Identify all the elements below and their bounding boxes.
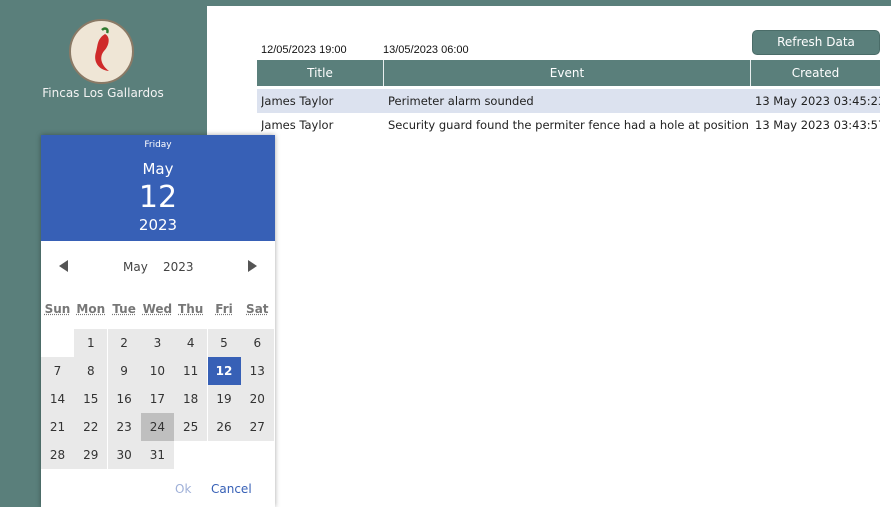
top-bar	[207, 0, 891, 6]
calendar-day[interactable]: 16	[107, 385, 141, 413]
next-month-icon[interactable]	[248, 260, 257, 272]
calendar-day[interactable]: 12	[207, 357, 241, 385]
weekday-header: Sun	[44, 302, 71, 316]
calendar-day[interactable]: 9	[107, 357, 141, 385]
calendar-day[interactable]: 21	[41, 413, 74, 441]
calendar-day[interactable]: 23	[107, 413, 141, 441]
chili-logo-icon	[69, 19, 134, 84]
calendar-day[interactable]: 15	[74, 385, 108, 413]
calendar-day[interactable]: 3	[140, 329, 174, 357]
date-picker: Friday May 12 2023 May 2023 Sun Mon Tue Wed…	[41, 135, 275, 507]
weekday-header: Wed	[142, 302, 173, 316]
column-header-created[interactable]: Created	[751, 60, 880, 86]
calendar-day[interactable]: 29	[74, 441, 108, 469]
table-row[interactable]: James Taylor Perimeter alarm sounded 13 …	[257, 89, 880, 113]
calendar-day[interactable]: 25	[174, 413, 208, 441]
ok-button[interactable]: Ok	[175, 482, 191, 496]
column-header-event[interactable]: Event	[384, 60, 751, 86]
brand-name: Fincas Los Gallardos	[42, 86, 164, 100]
calendar-day[interactable]: 10	[140, 357, 174, 385]
calendar-day[interactable]: 6	[240, 329, 274, 357]
cell-title: James Taylor	[261, 118, 334, 132]
calendar-day[interactable]: 13	[240, 357, 274, 385]
previous-month-icon[interactable]	[59, 260, 68, 272]
calendar-day[interactable]: 8	[74, 357, 108, 385]
refresh-data-button[interactable]: Refresh Data	[752, 30, 880, 55]
weekday-header: Tue	[112, 302, 136, 316]
selected-day: 12	[138, 180, 178, 215]
weekday-header: Thu	[178, 302, 204, 316]
calendar-day[interactable]: 17	[140, 385, 174, 413]
calendar-day[interactable]: 2	[107, 329, 141, 357]
cell-created: 13 May 2023 03:45:23	[755, 94, 880, 108]
selected-year: 2023	[138, 216, 178, 234]
cell-event: Security guard found the permiter fence …	[388, 118, 748, 132]
weekday-header: Mon	[76, 302, 106, 316]
cell-event: Perimeter alarm sounded	[388, 94, 534, 108]
calendar-day[interactable]: 24	[140, 413, 174, 441]
cancel-button[interactable]: Cancel	[211, 482, 252, 496]
date-picker-header: Friday May 12 2023	[41, 135, 275, 241]
calendar-day[interactable]: 18	[174, 385, 208, 413]
weekday-header: Fri	[215, 302, 233, 316]
table-header: Title Event Created	[257, 60, 880, 86]
calendar-day[interactable]: 19	[207, 385, 241, 413]
calendar-day[interactable]: 31	[140, 441, 174, 469]
calendar-day[interactable]: 11	[174, 357, 208, 385]
start-datetime[interactable]: 12/05/2023 19:00	[261, 44, 347, 56]
month-selector[interactable]: May	[123, 260, 148, 274]
selected-month: May	[142, 160, 174, 178]
calendar-day[interactable]: 20	[240, 385, 274, 413]
calendar-day[interactable]: 7	[41, 357, 74, 385]
calendar-day[interactable]: 5	[207, 329, 241, 357]
year-selector[interactable]: 2023	[163, 260, 194, 274]
table-row[interactable]: James Taylor Security guard found the pe…	[257, 113, 880, 137]
selected-weekday: Friday	[144, 140, 172, 150]
cell-title: James Taylor	[261, 94, 334, 108]
calendar-day[interactable]: 26	[207, 413, 241, 441]
calendar-day[interactable]: 27	[240, 413, 274, 441]
calendar-day[interactable]: 14	[41, 385, 74, 413]
calendar-day[interactable]: 4	[174, 329, 208, 357]
cell-created: 13 May 2023 03:43:57	[755, 118, 880, 132]
calendar-day[interactable]: 30	[107, 441, 141, 469]
calendar-day[interactable]: 22	[74, 413, 108, 441]
column-header-title[interactable]: Title	[257, 60, 384, 86]
end-datetime[interactable]: 13/05/2023 06:00	[383, 44, 469, 56]
calendar-day[interactable]: 28	[41, 441, 74, 469]
weekday-header: Sat	[246, 302, 269, 316]
calendar-day[interactable]: 1	[74, 329, 108, 357]
